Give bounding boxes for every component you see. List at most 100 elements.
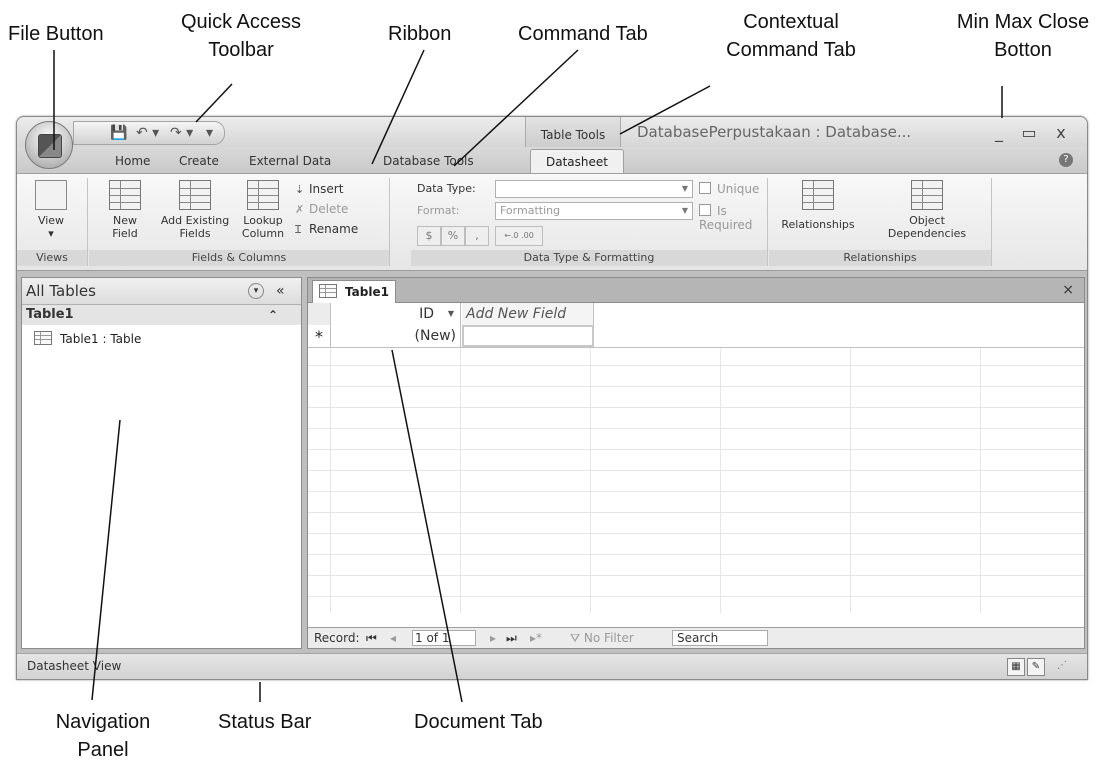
- object-dependencies-label: Object: [909, 214, 945, 227]
- new-record-button[interactable]: ▸*: [530, 628, 542, 648]
- increase-decimals-button[interactable]: ←.0 .00: [495, 226, 543, 246]
- relationships-button[interactable]: Relationships: [773, 180, 863, 231]
- object-dependencies-label: Dependencies: [887, 227, 967, 240]
- tab-datasheet[interactable]: Datasheet: [530, 149, 624, 174]
- relationships-icon: [802, 180, 834, 210]
- lookup-column-button[interactable]: Lookup Column: [237, 180, 289, 240]
- data-type-label: Data Type:: [417, 182, 476, 195]
- rename-label: Rename: [309, 222, 359, 236]
- new-record-marker[interactable]: *: [308, 325, 331, 347]
- office-file-button[interactable]: [25, 121, 73, 169]
- access-window: 💾 ↶ ▾ ↷ ▾ ▾ Table Tools DatabasePerpusta…: [16, 116, 1088, 680]
- status-text: Datasheet View: [27, 659, 122, 673]
- delete-label: Delete: [309, 202, 349, 216]
- new-field-label: New: [113, 214, 137, 227]
- column-header-id[interactable]: ID ▼: [331, 303, 461, 325]
- unique-checkbox[interactable]: Unique: [699, 182, 759, 196]
- command-tab-row: Home Create External Data Database Tools…: [17, 147, 1087, 174]
- tab-external-data[interactable]: External Data: [249, 151, 331, 171]
- grid-header-row: ID ▼ Add New Field: [308, 303, 1084, 326]
- group-label-data-type: Data Type & Formatting: [411, 250, 767, 266]
- next-record-button[interactable]: ▸: [490, 628, 496, 648]
- callout-line: Contextual: [743, 11, 839, 33]
- checkbox-icon: [699, 182, 711, 194]
- chevron-down-icon[interactable]: ▼: [448, 303, 454, 325]
- close-button[interactable]: x: [1049, 123, 1073, 142]
- maximize-button[interactable]: ▭: [1017, 123, 1041, 142]
- title-bar: 💾 ↶ ▾ ↷ ▾ ▾ Table Tools DatabasePerpusta…: [17, 117, 1087, 147]
- record-navigation-bar: Record: ⏮ ◂ 1 of 1 ▸ ⏭ ▸* ⛛ No Filter Se…: [308, 627, 1084, 648]
- comma-button[interactable]: ,: [465, 226, 489, 246]
- cell-id-new[interactable]: (New): [331, 325, 461, 347]
- is-required-checkbox[interactable]: Is Required: [699, 204, 767, 232]
- no-filter-button[interactable]: ⛛ No Filter: [570, 628, 634, 648]
- relationships-label: Relationships: [781, 218, 855, 231]
- navigation-pane: All Tables ▾ « Table1 ⌃ Table1 : Table: [21, 277, 302, 649]
- cell-add-new-field[interactable]: [462, 325, 594, 347]
- status-bar: Datasheet View ▦ ✎ ⋰: [17, 653, 1087, 679]
- callout-line: Command Tab: [726, 39, 856, 61]
- data-type-select[interactable]: ▼: [495, 180, 693, 198]
- last-record-button[interactable]: ⏭: [506, 628, 517, 648]
- help-icon[interactable]: ?: [1059, 153, 1073, 167]
- add-existing-fields-button[interactable]: Add Existing Fields: [159, 180, 231, 240]
- search-input[interactable]: Search: [672, 630, 768, 646]
- design-view-icon[interactable]: ✎: [1027, 658, 1045, 676]
- view-label: View: [37, 214, 65, 227]
- callout-line: Navigation: [55, 711, 151, 733]
- nav-group-table1[interactable]: Table1 ⌃: [22, 305, 301, 325]
- first-record-button[interactable]: ⏮: [366, 628, 377, 648]
- minimize-button[interactable]: _: [987, 123, 1011, 142]
- currency-button[interactable]: $: [417, 226, 441, 246]
- column-header-add-new-field[interactable]: Add New Field: [462, 303, 594, 325]
- group-fields-columns: New Field Add Existing Fields Lookup Col…: [89, 178, 390, 266]
- group-data-type-formatting: Data Type: ▼ Format: Formatting ▼ Unique…: [411, 178, 768, 266]
- quick-access-toolbar: 💾 ↶ ▾ ↷ ▾ ▾: [73, 121, 225, 145]
- chevron-down-icon: ▼: [681, 184, 688, 193]
- close-document-icon[interactable]: ×: [1062, 282, 1074, 298]
- percent-button[interactable]: %: [441, 226, 465, 246]
- nav-header[interactable]: All Tables ▾ «: [22, 278, 301, 305]
- tab-database-tools[interactable]: Database Tools: [383, 151, 474, 171]
- table-icon: [34, 331, 52, 345]
- delete-column-button[interactable]: ✗ Delete: [295, 200, 348, 219]
- tab-home[interactable]: Home: [115, 151, 150, 171]
- new-field-icon: [109, 180, 141, 210]
- select-all-corner[interactable]: [308, 303, 331, 325]
- save-icon[interactable]: 💾: [110, 124, 127, 142]
- nav-item-table1[interactable]: Table1 : Table: [34, 330, 141, 348]
- current-record-input[interactable]: 1 of 1: [412, 630, 476, 646]
- lookup-label: Lookup: [243, 214, 283, 227]
- view-button[interactable]: View ▾: [21, 180, 81, 240]
- document-tab-label: Table1: [345, 285, 389, 299]
- document-tab-strip: Table1 ×: [308, 278, 1084, 303]
- tab-create[interactable]: Create: [179, 151, 219, 171]
- object-dependencies-button[interactable]: Object Dependencies: [879, 180, 975, 240]
- record-label: Record:: [314, 631, 360, 645]
- undo-button[interactable]: ↶ ▾: [136, 124, 159, 142]
- document-tab-table1[interactable]: Table1: [312, 280, 396, 303]
- document-area: Table1 × ID ▼ Add New Field * (New) Reco…: [307, 277, 1085, 649]
- new-field-button[interactable]: New Field: [101, 180, 149, 240]
- datasheet-view-icon[interactable]: ▦: [1007, 658, 1025, 676]
- chevron-up-icon[interactable]: ⌃: [268, 305, 278, 325]
- group-label-relationships: Relationships: [769, 250, 991, 266]
- table-icon: [319, 284, 337, 298]
- callout-line: Botton: [994, 39, 1052, 61]
- redo-button[interactable]: ↷ ▾: [170, 124, 193, 142]
- previous-record-button[interactable]: ◂: [390, 628, 396, 648]
- format-label: Format:: [417, 204, 460, 217]
- nav-collapse-icon[interactable]: «: [276, 278, 285, 304]
- contextual-tab-table-tools: Table Tools: [525, 117, 621, 147]
- resize-grip-icon[interactable]: ⋰: [1057, 654, 1067, 678]
- customize-qat-button[interactable]: ▾: [206, 124, 213, 142]
- datasheet-grid[interactable]: ID ▼ Add New Field * (New): [308, 303, 1084, 613]
- nav-dropdown-icon[interactable]: ▾: [248, 283, 264, 299]
- rename-column-button[interactable]: Ɪ Rename: [295, 220, 358, 239]
- format-select[interactable]: Formatting ▼: [495, 202, 693, 220]
- insert-column-button[interactable]: ⇣ Insert: [295, 180, 343, 199]
- new-field-label: Field: [112, 227, 138, 240]
- chevron-down-icon: ▼: [681, 206, 688, 215]
- no-filter-label: No Filter: [583, 631, 634, 645]
- delete-icon: ✗: [295, 203, 305, 216]
